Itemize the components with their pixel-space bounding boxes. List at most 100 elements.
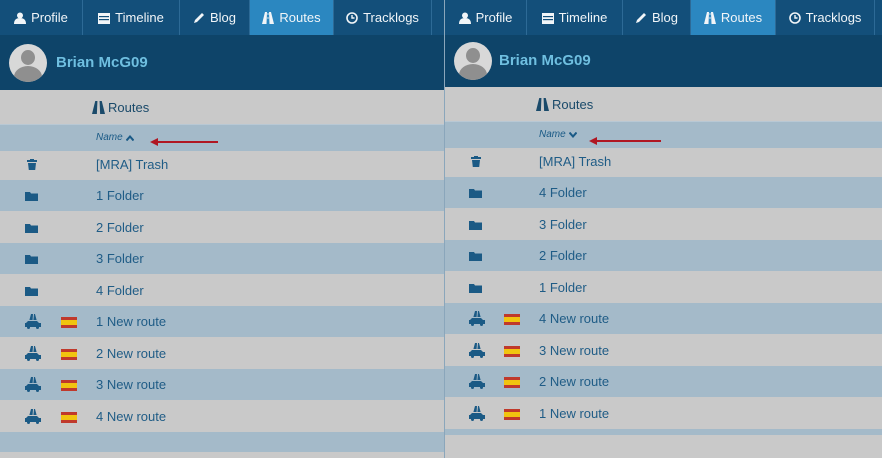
right-screenshot-panel: Profile Timeline Blog Routes Tracklogs B… [445,0,882,458]
list-item[interactable]: [MRA] Trash [445,146,882,177]
list-item[interactable]: 1 New route [445,398,882,429]
pencil-icon [635,12,646,23]
item-label: 3 New route [96,377,167,392]
user-icon [458,12,471,24]
spain-flag-icon [61,317,77,328]
route-car-icon [25,346,41,361]
list-item[interactable]: 4 Folder [445,177,882,208]
item-label: 4 Folder [539,185,587,200]
user-header: Brian McG09 [445,35,882,87]
breadcrumb-label: Routes [108,100,150,115]
tab-timeline[interactable]: Timeline [83,0,180,35]
spain-flag-icon [504,346,520,357]
item-label: 2 New route [96,346,167,361]
item-label: [MRA] Trash [96,157,169,172]
item-label: 3 Folder [96,251,144,266]
list-item[interactable]: 4 New route [0,401,444,432]
item-label: 2 Folder [96,220,144,235]
tab-blog[interactable]: Blog [180,0,250,35]
list-item[interactable]: [MRA] Trash [0,149,444,180]
tab-label: Tracklogs [805,10,862,25]
tab-tracklogs[interactable]: Tracklogs [334,0,432,35]
sort-label: Name [96,132,123,143]
tab-label: Profile [475,10,513,25]
tab-profile[interactable]: Profile [445,0,527,35]
road-icon [92,101,105,114]
top-nav: Profile Timeline Blog Routes Tracklogs [445,0,882,35]
item-label: 3 Folder [539,217,587,232]
route-car-icon [25,377,41,392]
breadcrumb[interactable]: Routes [92,100,149,115]
route-car-icon [469,374,485,389]
chevron-up-icon [125,134,134,141]
road-icon [703,11,716,24]
spain-flag-icon [61,412,77,423]
folder-icon [469,189,482,198]
pencil-icon [193,12,204,23]
clock-icon [346,11,358,24]
tab-routes[interactable]: Routes [250,0,334,35]
list-item[interactable]: 4 New route [445,303,882,334]
tab-label: Blog [651,10,679,25]
trash-icon [471,156,481,167]
trash-icon [27,159,37,170]
list-item[interactable]: 1 Folder [0,180,444,211]
list-item[interactable]: 3 New route [0,369,444,400]
item-label: 1 Folder [539,280,587,295]
route-car-icon [469,343,485,358]
sort-header-row: Name [445,121,882,148]
calendar-icon [98,12,111,24]
list-footer [445,429,882,435]
user-icon [14,12,27,24]
list-item[interactable]: 2 Folder [445,240,882,271]
tab-routes[interactable]: Routes [691,0,776,35]
spain-flag-icon [61,349,77,360]
item-label: 2 Folder [539,248,587,263]
folder-icon [469,252,482,261]
route-car-icon [469,406,485,421]
spain-flag-icon [504,409,520,420]
tab-timeline[interactable]: Timeline [527,0,623,35]
sort-header-row: Name [0,124,444,151]
clock-icon [788,11,801,24]
chevron-down-icon [568,131,577,138]
tab-profile[interactable]: Profile [0,0,83,35]
tab-tracklogs[interactable]: Tracklogs [776,0,875,35]
top-nav: Profile Timeline Blog Routes Tracklogs [0,0,444,35]
route-car-icon [25,314,41,329]
folder-icon [25,287,38,296]
tab-label: Routes [279,10,321,25]
road-icon [262,11,275,24]
list-item[interactable]: 2 New route [0,338,444,369]
list-item[interactable]: 3 Folder [0,243,444,274]
tab-label: Routes [720,10,763,25]
red-arrow-line [156,141,218,143]
breadcrumb[interactable]: Routes [536,97,593,112]
user-name[interactable]: Brian McG09 [56,54,148,71]
list-item[interactable]: 4 Folder [0,275,444,306]
list-item[interactable]: 2 Folder [0,212,444,243]
item-label: 1 New route [539,406,610,421]
tab-blog[interactable]: Blog [623,0,691,35]
tab-label: Blog [209,10,237,25]
tab-label: Timeline [558,10,608,25]
list-item[interactable]: 2 New route [445,366,882,397]
list-item[interactable]: 3 New route [445,335,882,366]
user-name[interactable]: Brian McG09 [499,52,591,69]
list-item[interactable]: 1 Folder [445,272,882,303]
item-label: 2 New route [539,374,610,389]
avatar [454,42,492,80]
item-label: 1 Folder [96,188,144,203]
sort-by-name[interactable]: Name [539,129,577,140]
list-item[interactable]: 3 Folder [445,209,882,240]
item-label: 4 New route [539,311,610,326]
item-label: [MRA] Trash [539,154,612,169]
folder-icon [25,192,38,201]
item-label: 3 New route [539,343,610,358]
tab-label: Tracklogs [363,10,419,25]
list-item[interactable]: 1 New route [0,306,444,337]
spain-flag-icon [504,314,520,325]
folder-icon [469,284,482,293]
item-label: 4 New route [96,409,167,424]
sort-by-name[interactable]: Name [96,132,134,143]
